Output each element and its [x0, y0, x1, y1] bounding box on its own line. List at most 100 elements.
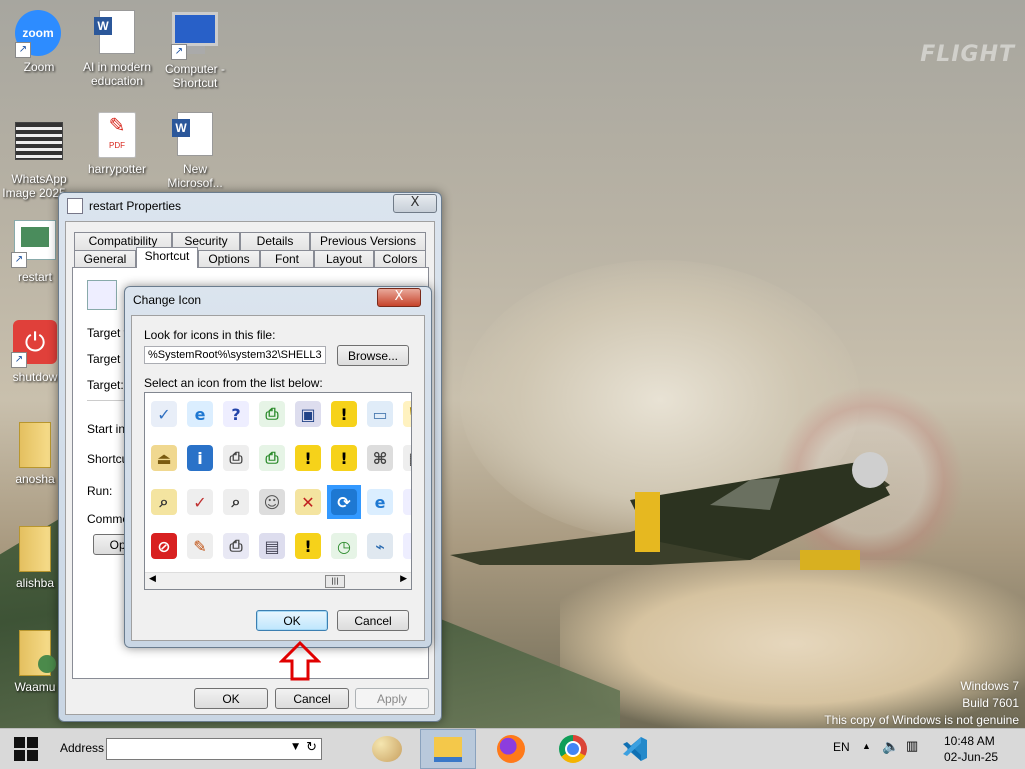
scroll-left-icon[interactable]: ◀	[149, 574, 156, 584]
icon-option[interactable]: !	[291, 529, 325, 563]
icon-option[interactable]: ⊘	[147, 529, 181, 563]
arrow-icon: ↗	[403, 533, 411, 559]
computer-icon: ▣	[295, 401, 321, 427]
icon-option[interactable]: ☺	[255, 485, 289, 519]
checklist-icon: ✓	[151, 401, 177, 427]
tab-layout[interactable]: Layout	[314, 250, 374, 268]
tab-previous-versions[interactable]: Previous Versions	[310, 232, 426, 250]
file-path-input[interactable]	[144, 346, 326, 364]
icon-option[interactable]: ▣	[291, 397, 325, 431]
scroll-thumb[interactable]: |||	[325, 575, 345, 588]
clock-date[interactable]: 02-Jun-25	[944, 750, 998, 764]
icon-option[interactable]: ⛉	[399, 397, 411, 431]
browse-button[interactable]: Browse...	[337, 345, 409, 366]
warning-icon: !	[295, 533, 321, 559]
window-titlebar[interactable]: restart Properties	[59, 193, 441, 219]
taskbar-file-explorer[interactable]	[420, 729, 476, 769]
folder-icon	[11, 422, 59, 470]
network-icon: ⌘	[367, 445, 393, 471]
clock-time[interactable]: 10:48 AM	[944, 734, 995, 748]
icon-option[interactable]: ✎	[183, 529, 217, 563]
icon-option[interactable]: i	[183, 441, 217, 475]
icon-option[interactable]: ?	[219, 397, 253, 431]
icon-option[interactable]: ⏏	[147, 441, 181, 475]
tab-font[interactable]: Font	[260, 250, 314, 268]
icon-option[interactable]: ⌕	[219, 485, 253, 519]
icon-option[interactable]: !	[291, 441, 325, 475]
close-button[interactable]: X	[393, 194, 437, 213]
close-button[interactable]: X	[377, 288, 421, 307]
folder-user-icon	[11, 630, 59, 678]
internet-explorer-icon: e	[187, 401, 213, 427]
network-printer-icon: ⎙	[259, 445, 285, 471]
horizontal-scrollbar[interactable]: ◀ ||| ▶	[145, 572, 411, 589]
icon-option[interactable]: ⎙	[219, 529, 253, 563]
desktop-icon-new-microsoft[interactable]: W New Microsof...	[156, 112, 234, 190]
desktop-icon-computer-shortcut[interactable]: ↗ Computer - Shortcut	[156, 10, 234, 90]
icon-option[interactable]: e	[183, 397, 217, 431]
desktop-icon-label: AI in modern education	[82, 60, 152, 88]
icon-option[interactable]: ⌁	[363, 529, 397, 563]
ok-button[interactable]: OK	[256, 610, 328, 631]
desktop-icon-harrypotter[interactable]: ✎ PDF harrypotter	[78, 112, 156, 176]
address-bar[interactable]: ▼ ↻	[106, 738, 322, 760]
icon-option[interactable]: ▤	[255, 529, 289, 563]
cancel-button[interactable]: Cancel	[337, 610, 409, 631]
scroll-right-icon[interactable]: ▶	[400, 574, 407, 584]
icon-option[interactable]: ✓	[147, 397, 181, 431]
tab-general[interactable]: General	[74, 250, 136, 268]
show-hidden-icons-icon[interactable]: ▲	[862, 741, 871, 751]
taskbar-paint[interactable]	[362, 729, 412, 769]
clock-icon: ◷	[331, 533, 357, 559]
look-for-label: Look for icons in this file:	[144, 328, 276, 342]
icon-option[interactable]: ↗	[399, 485, 411, 519]
tab-details[interactable]: Details	[240, 232, 310, 250]
printer-check-icon: ✓	[187, 489, 213, 515]
icon-option[interactable]: e	[363, 485, 397, 519]
icon-option[interactable]: ⎙	[255, 397, 289, 431]
icon-option[interactable]: !	[327, 397, 361, 431]
icon-option[interactable]: ⎙	[219, 441, 253, 475]
window-title: restart Properties	[89, 199, 182, 213]
language-indicator[interactable]: EN	[833, 740, 850, 754]
desktop-icon-whatsapp-image[interactable]: WhatsApp Image 2025...	[0, 116, 78, 200]
icon-option[interactable]: ▦	[399, 441, 411, 475]
dialog-body: Look for icons in this file: Browse... S…	[131, 315, 425, 641]
icon-option[interactable]: ✕	[291, 485, 325, 519]
icon-option[interactable]: ⟳	[327, 485, 361, 519]
shortcut-icon	[87, 280, 117, 310]
tab-shortcut[interactable]: Shortcut	[136, 247, 198, 268]
computer-icon: ↗	[171, 12, 219, 60]
image-file-icon	[15, 122, 63, 170]
tab-colors[interactable]: Colors	[374, 250, 426, 268]
desktop-icon-ai-in-modern-education[interactable]: W AI in modern education	[78, 10, 156, 88]
taskbar-vscode[interactable]	[610, 729, 660, 769]
icon-option[interactable]: ✓	[183, 485, 217, 519]
start-button[interactable]	[4, 729, 48, 769]
wallpaper-airplane	[450, 452, 890, 570]
icon-option[interactable]: ↗	[399, 529, 411, 563]
network-icon[interactable]: ▥	[906, 738, 918, 754]
icon-option[interactable]: ⌘	[363, 441, 397, 475]
desktop-icon-zoom[interactable]: zoom ↗ Zoom	[0, 10, 78, 74]
taskbar-chrome[interactable]	[548, 729, 598, 769]
icon-option[interactable]: ⌕	[147, 485, 181, 519]
icon-option[interactable]: ▭	[363, 397, 397, 431]
volume-icon[interactable]: 🔈	[882, 738, 899, 755]
ok-button[interactable]: OK	[194, 688, 268, 709]
dropdown-arrow-icon[interactable]: ▼	[292, 742, 299, 752]
icon-list[interactable]: ✓ e? ⎙ ▣! ▭ ⛉ ⏏ i ⎙ ⎙!! ⌘ ▦ ⌕ ✓ ⌕ ☺ ✕ ⟳ e ↗ ⊘ ✎ ⎙ ▤! ◷ ⌁ ↗ ◀ ||| ▶	[144, 392, 412, 590]
word-document-icon: W	[93, 10, 141, 58]
icon-option[interactable]: ◷	[327, 529, 361, 563]
apply-button[interactable]: Apply	[355, 688, 429, 709]
shortcut-icon	[67, 198, 83, 214]
icon-option[interactable]: ⎙	[255, 441, 289, 475]
icon-option[interactable]: !	[327, 441, 361, 475]
field-shortcut-key: Shortcu	[87, 452, 129, 466]
window-icon: ▭	[367, 401, 393, 427]
taskbar-firefox[interactable]	[486, 729, 536, 769]
cancel-button[interactable]: Cancel	[275, 688, 349, 709]
tab-options[interactable]: Options	[198, 250, 260, 268]
refresh-icon[interactable]: ↻	[306, 740, 317, 755]
pdf-badge: PDF	[109, 141, 125, 150]
